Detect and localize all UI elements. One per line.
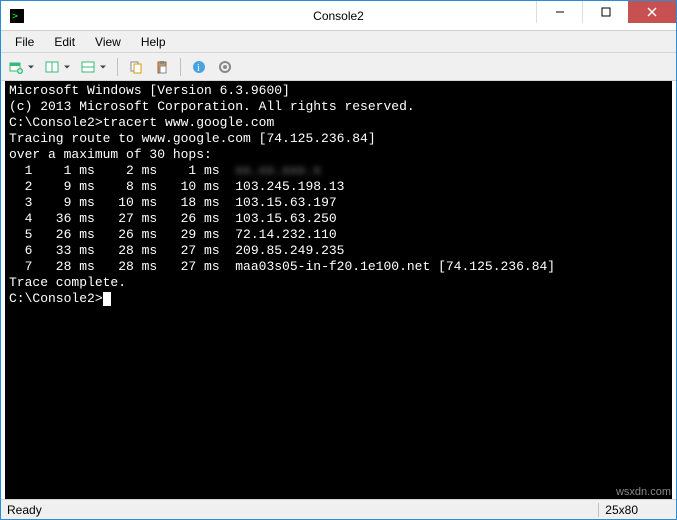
new-tab-dropdown-icon[interactable] xyxy=(5,56,39,78)
svg-text:i: i xyxy=(197,63,200,74)
menu-file[interactable]: File xyxy=(5,33,44,51)
maximize-button[interactable] xyxy=(582,1,628,23)
minimize-button[interactable] xyxy=(536,1,582,23)
menu-edit[interactable]: Edit xyxy=(44,33,85,51)
split-h-dropdown-icon[interactable] xyxy=(41,56,75,78)
cursor xyxy=(103,292,111,306)
split-v-dropdown-icon[interactable] xyxy=(77,56,111,78)
status-size: 25x80 xyxy=(598,503,644,517)
app-icon: > xyxy=(9,8,25,24)
toolbar: i xyxy=(1,53,676,81)
copy-icon[interactable] xyxy=(124,56,148,78)
window-title: Console2 xyxy=(313,9,364,23)
titlebar: > Console2 xyxy=(1,1,676,31)
menu-help[interactable]: Help xyxy=(131,33,176,51)
close-button[interactable] xyxy=(628,1,676,23)
info-icon[interactable]: i xyxy=(187,56,211,78)
status-text: Ready xyxy=(7,503,42,517)
toolbar-separator xyxy=(180,58,181,76)
menubar: File Edit View Help xyxy=(1,31,676,53)
toolbar-separator xyxy=(117,58,118,76)
paste-icon[interactable] xyxy=(150,56,174,78)
svg-text:>: > xyxy=(12,11,18,22)
settings-icon[interactable] xyxy=(213,56,237,78)
terminal-output[interactable]: Microsoft Windows [Version 6.3.9600](c) … xyxy=(5,81,672,499)
menu-view[interactable]: View xyxy=(85,33,131,51)
window-controls xyxy=(536,1,676,30)
statusbar: Ready 25x80 xyxy=(1,499,676,519)
